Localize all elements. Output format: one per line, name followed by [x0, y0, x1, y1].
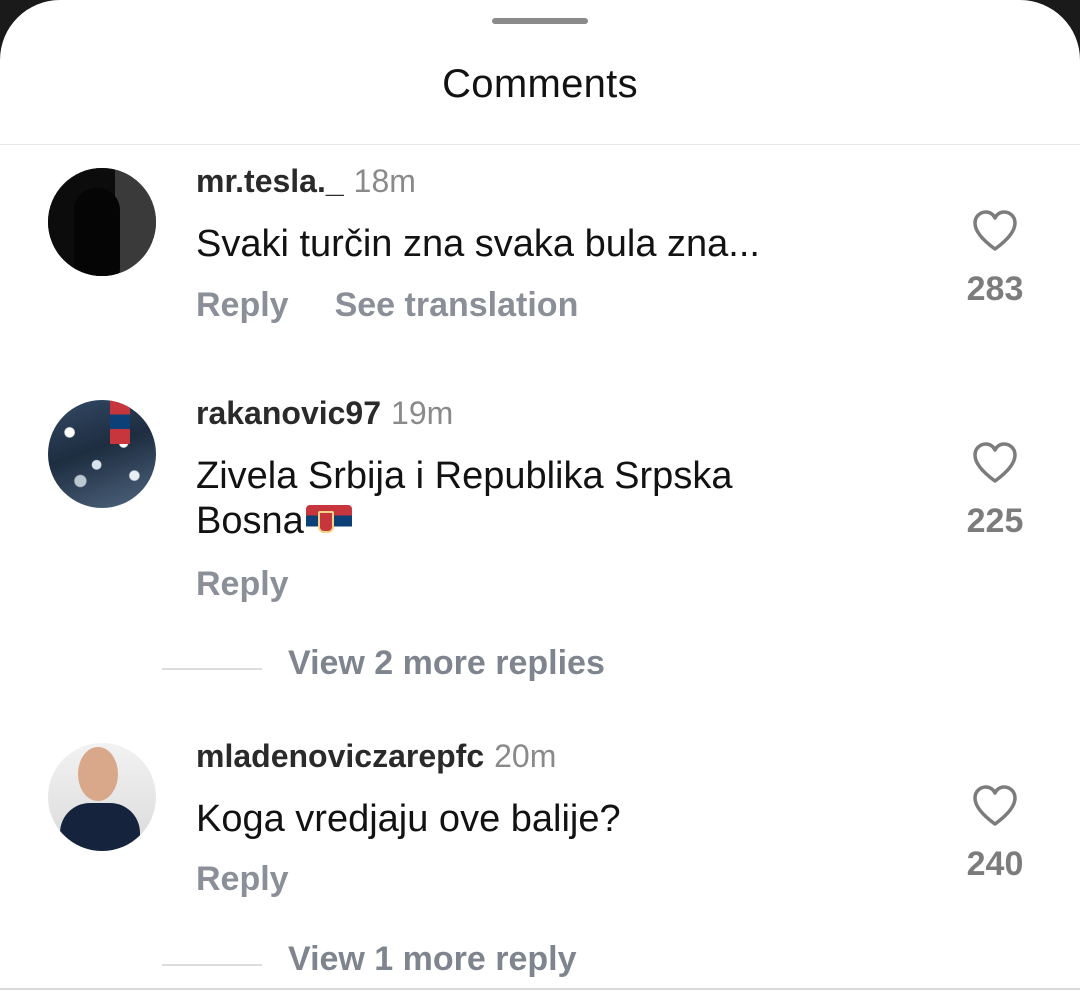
comment-text-line: Bosna	[196, 500, 304, 542]
comments-sheet: Comments mr.tesla._ 18m Svaki turčin zna …	[0, 0, 1080, 1000]
view-more-replies[interactable]: View 1 more reply	[162, 940, 862, 984]
reply-thread-line	[162, 964, 262, 966]
comment-actions: Reply See translation	[196, 286, 578, 325]
timestamp: 18m	[353, 163, 416, 199]
username[interactable]: mladenoviczarepfc	[196, 738, 484, 774]
comment-meta: rakanovic97 19m	[196, 395, 453, 432]
flag-crest	[317, 511, 334, 533]
bottom-divider	[0, 988, 1080, 990]
comment-text: Svaki turčin zna svaka bula zna...	[196, 223, 760, 265]
view-more-replies[interactable]: View 2 more replies	[162, 644, 862, 688]
like-count: 283	[966, 270, 1024, 308]
view-more-replies-label[interactable]: View 1 more reply	[288, 940, 577, 979]
view-more-replies-label[interactable]: View 2 more replies	[288, 644, 605, 683]
like-button[interactable]: 240	[950, 783, 1040, 884]
comment-meta: mladenoviczarepfc 20m	[196, 738, 556, 775]
avatar-flag-detail	[110, 400, 130, 444]
avatar[interactable]	[48, 168, 156, 276]
reply-button[interactable]: Reply	[196, 565, 289, 603]
timestamp: 20m	[494, 738, 557, 774]
reply-button[interactable]: Reply	[196, 860, 289, 898]
reply-button[interactable]: Reply	[196, 286, 289, 324]
like-button[interactable]: 225	[950, 440, 1040, 541]
header-divider	[0, 144, 1080, 145]
reply-thread-line	[162, 668, 262, 670]
comment-text: Zivela Srbija i Republika Srpska Bosna	[196, 454, 732, 544]
avatar-figure	[74, 188, 120, 276]
serbia-flag-icon	[305, 505, 352, 537]
sheet-title: Comments	[442, 62, 638, 106]
username[interactable]: rakanovic97	[196, 395, 381, 431]
comment-meta: mr.tesla._ 18m	[196, 163, 416, 200]
see-translation-button[interactable]: See translation	[335, 286, 579, 324]
heart-icon[interactable]	[971, 440, 1019, 484]
avatar-head	[78, 747, 118, 801]
drag-handle[interactable]	[492, 18, 588, 24]
avatar-body	[60, 803, 140, 851]
timestamp: 19m	[391, 395, 454, 431]
comment-actions: Reply	[196, 565, 289, 604]
like-count: 225	[966, 502, 1024, 540]
heart-icon[interactable]	[971, 783, 1019, 827]
like-count: 240	[966, 845, 1024, 883]
comment-text-line-2: Bosna	[196, 499, 732, 544]
username[interactable]: mr.tesla._	[196, 163, 344, 199]
comment-text: Koga vredjaju ove balije?	[196, 798, 621, 840]
heart-icon[interactable]	[971, 208, 1019, 252]
avatar[interactable]	[48, 400, 156, 508]
comment-actions: Reply	[196, 860, 289, 899]
like-button[interactable]: 283	[950, 208, 1040, 309]
avatar[interactable]	[48, 743, 156, 851]
comment-text-line: Zivela Srbija i Republika Srpska	[196, 455, 733, 497]
